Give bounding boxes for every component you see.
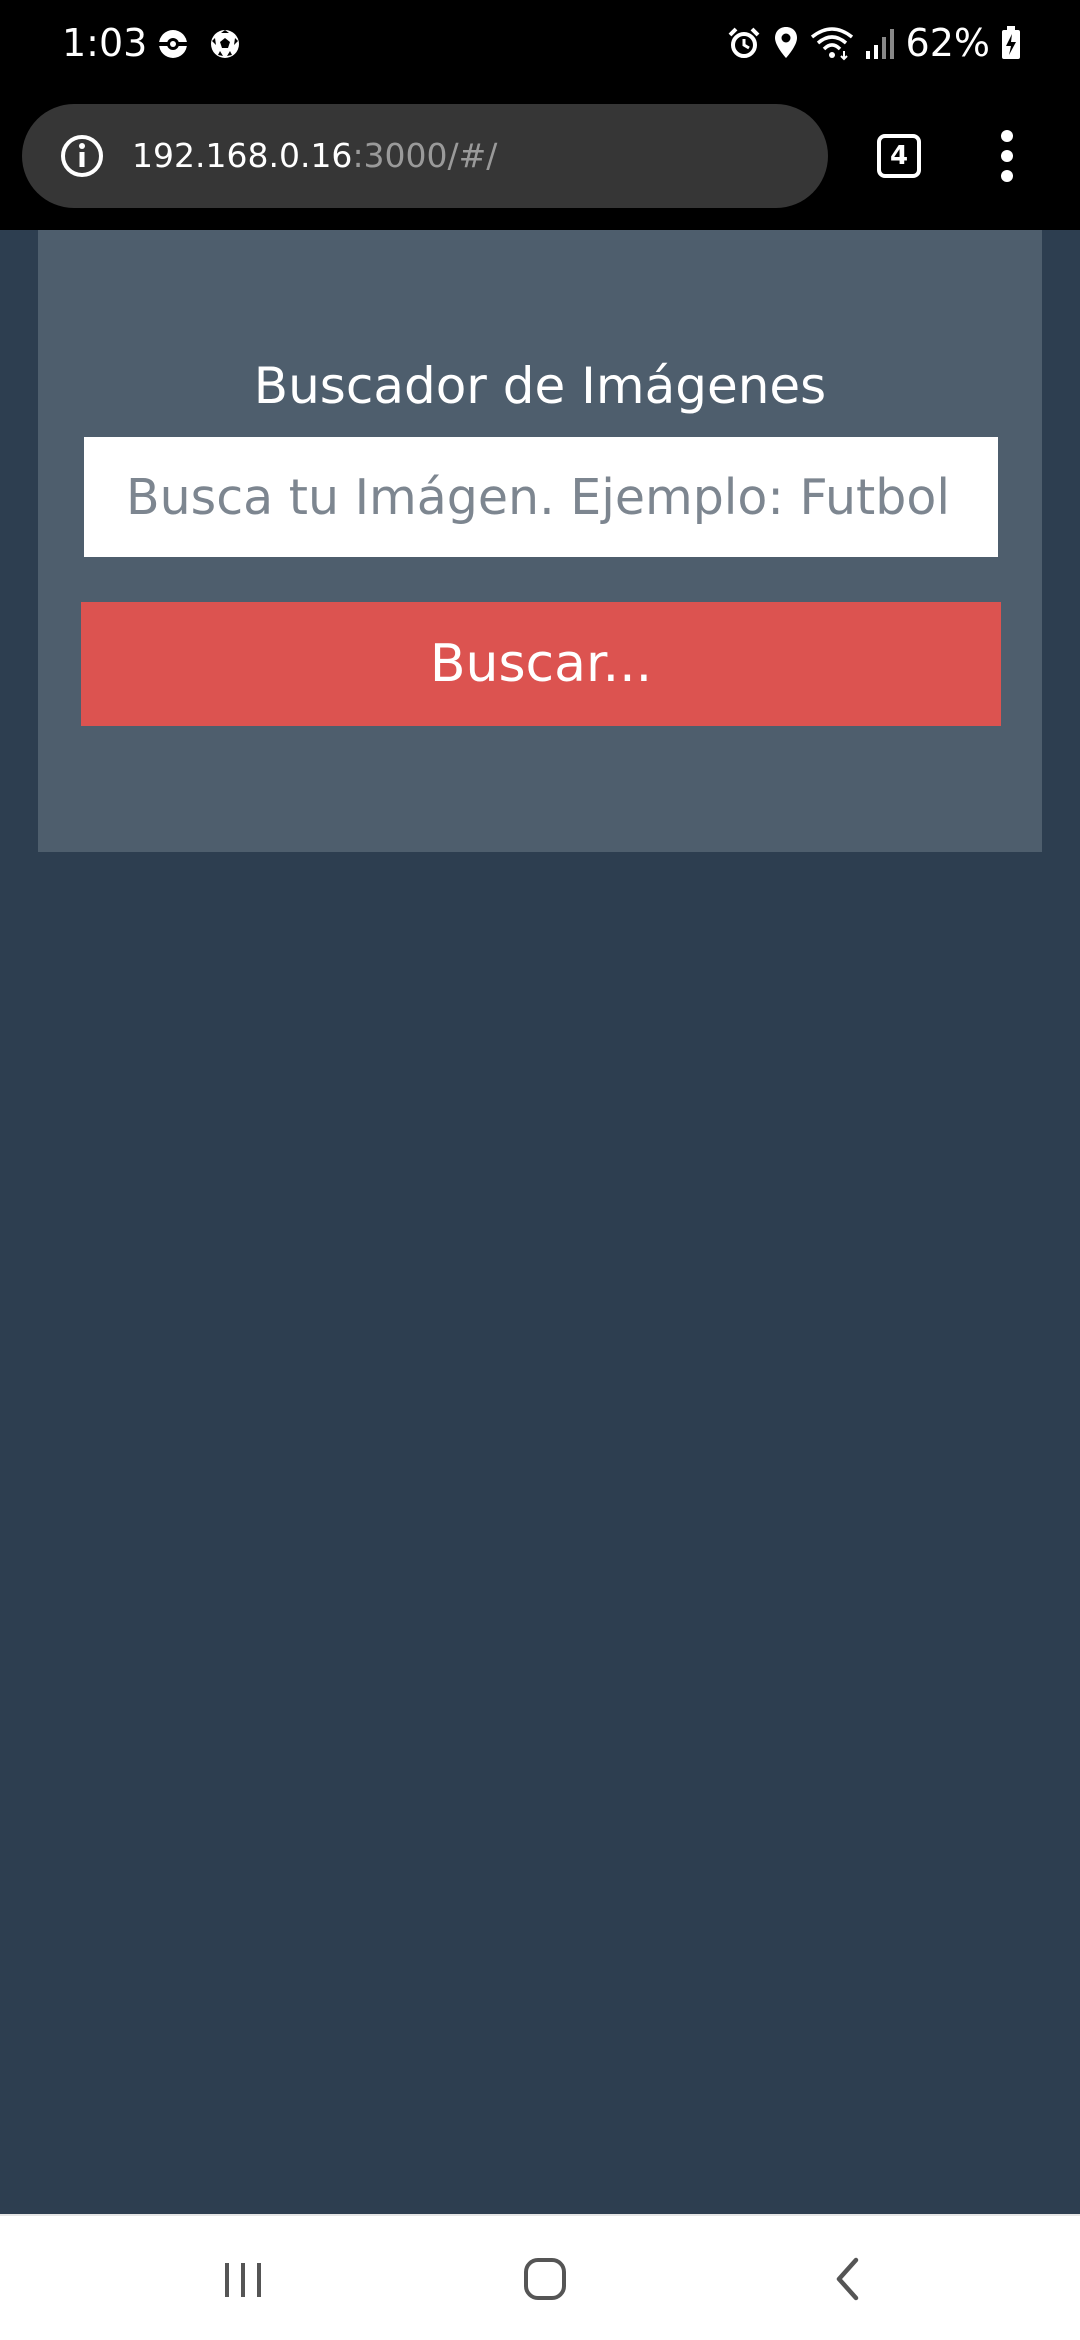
search-input[interactable] — [84, 437, 998, 557]
page-title: Buscador de Imágenes — [253, 356, 827, 415]
home-icon[interactable] — [505, 2244, 585, 2314]
url-host: 192.168.0.16 — [132, 136, 353, 175]
status-left-icons — [156, 24, 242, 64]
browser-toolbar: 192.168.0.16:3000/#/ 4 — [0, 86, 1080, 230]
location-icon — [774, 27, 797, 58]
status-right-icons: 62% — [726, 20, 1022, 66]
info-icon[interactable] — [60, 134, 104, 178]
tab-switcher-button[interactable]: 4 — [877, 134, 921, 178]
back-icon[interactable] — [808, 2244, 888, 2314]
status-time: 1:03 — [62, 21, 148, 65]
search-card: Buscador de Imágenes Buscar... — [38, 230, 1042, 852]
url-path: :3000/#/ — [352, 136, 498, 175]
system-nav-bar — [0, 2214, 1080, 2340]
soccer-ball-icon — [211, 30, 239, 58]
wifi-icon — [810, 27, 853, 61]
address-bar[interactable]: 192.168.0.16:3000/#/ — [22, 104, 828, 208]
battery-percent: 62% — [905, 21, 990, 65]
url-text[interactable]: 192.168.0.16:3000/#/ — [132, 134, 497, 178]
search-button[interactable]: Buscar... — [81, 602, 1001, 726]
pokeball-icon — [159, 30, 187, 58]
status-bar: 1:03 62% — [0, 0, 1080, 86]
signal-icon — [865, 29, 894, 59]
battery-charging-icon — [1002, 26, 1020, 59]
more-vert-icon[interactable] — [987, 126, 1027, 186]
alarm-icon — [728, 27, 759, 58]
recent-apps-icon[interactable] — [203, 2244, 283, 2314]
